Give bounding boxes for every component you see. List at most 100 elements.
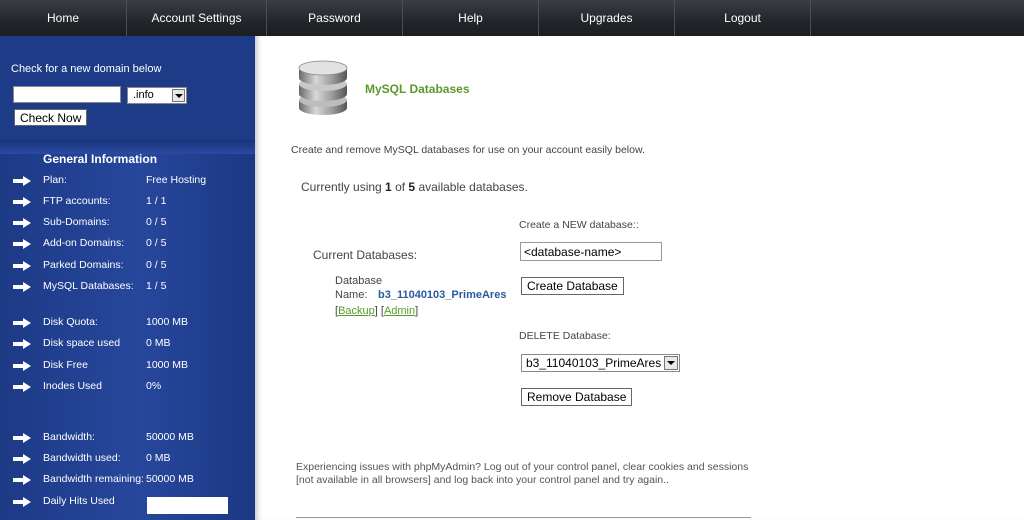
arrow-right-icon [13, 361, 31, 371]
usage-used-count: 1 [385, 180, 392, 194]
info-label: Parked Domains: [43, 259, 124, 271]
arrow-right-icon [13, 261, 31, 271]
current-database-name: b3_11040103_PrimeAres [378, 289, 507, 301]
info-row: Bandwidth: 50000 MB [0, 430, 255, 448]
backup-link[interactable]: Backup [338, 305, 375, 317]
sidebar: Check for a new domain below .info Check… [0, 36, 255, 520]
info-value: 1000 MB [146, 359, 189, 371]
nav-account-settings[interactable]: Account Settings [127, 0, 267, 36]
info-label: Plan: [43, 174, 67, 186]
info-row: Parked Domains: 0 / 5 [0, 258, 255, 276]
info-row: Add-on Domains: 0 / 5 [0, 236, 255, 254]
nav-logout-label: Logout [724, 11, 761, 25]
nav-home[interactable]: Home [0, 0, 127, 36]
nav-logout[interactable]: Logout [675, 0, 811, 36]
info-value: 0 MB [146, 452, 171, 464]
usage-prefix: Currently using [301, 180, 386, 194]
current-databases-label: Current Databases: [313, 248, 418, 262]
usage-suffix: available databases. [415, 180, 528, 194]
info-label: MySQL Databases: [43, 280, 134, 292]
database-links: [Backup] [Admin] [335, 305, 419, 317]
info-value: 50000 MB [146, 473, 194, 485]
info-label: Sub-Domains: [43, 216, 110, 228]
top-navigation: Home Account Settings Password Help Upgr… [0, 0, 1024, 36]
database-name-input[interactable] [520, 242, 662, 261]
info-row: Disk space used 0 MB [0, 336, 255, 354]
arrow-right-icon [13, 454, 31, 464]
arrow-right-icon [13, 318, 31, 328]
arrow-right-icon [13, 176, 31, 186]
domain-check-panel: Check for a new domain below .info Check… [0, 36, 255, 140]
nav-upgrades[interactable]: Upgrades [539, 0, 675, 36]
arrow-right-icon [13, 218, 31, 228]
general-info-title: General Information [43, 152, 158, 166]
intro-text: Create and remove MySQL databases for us… [291, 144, 645, 156]
info-row: Bandwidth remaining: 50000 MB [0, 472, 255, 490]
info-value: 0 MB [146, 337, 171, 349]
nav-password[interactable]: Password [267, 0, 403, 36]
create-database-button[interactable]: Create Database [521, 277, 624, 295]
info-row: Disk Free 1000 MB [0, 358, 255, 376]
arrow-right-icon [13, 339, 31, 349]
arrow-right-icon [13, 239, 31, 249]
info-label: Disk space used [43, 337, 121, 349]
divider [296, 517, 751, 518]
usage-text: Currently using 1 of 5 available databas… [301, 180, 528, 194]
info-value: 50000 MB [146, 431, 194, 443]
phpmyadmin-help-note: Experiencing issues with phpMyAdmin? Log… [296, 461, 749, 486]
info-label: Daily Hits Used [43, 495, 115, 507]
arrow-right-icon [13, 497, 31, 507]
domain-check-label: Check for a new domain below [11, 63, 162, 75]
delete-db-label: DELETE Database: [519, 330, 611, 342]
info-value: Free Hosting [146, 174, 207, 186]
nav-account-settings-label: Account Settings [151, 11, 242, 25]
info-value: 0 / 5 [146, 237, 167, 249]
info-value: 0 / 5 [146, 259, 167, 271]
chevron-down-icon[interactable] [664, 356, 678, 370]
arrow-right-icon [13, 382, 31, 392]
info-value: 1 / 1 [146, 195, 167, 207]
info-label: Bandwidth used: [43, 452, 121, 464]
info-row: Plan: Free Hosting [0, 173, 255, 191]
remove-database-button[interactable]: Remove Database [521, 388, 633, 406]
info-label: Inodes Used [43, 380, 102, 392]
info-row: Bandwidth used: 0 MB [0, 451, 255, 469]
info-label: Add-on Domains: [43, 237, 125, 249]
delete-selected-value: b3_11040103_PrimeAres [526, 356, 662, 370]
tld-select[interactable]: .info [127, 87, 187, 104]
arrow-right-icon [13, 197, 31, 207]
tld-selected-value: .info [133, 89, 154, 101]
info-value: 1 / 5 [146, 280, 167, 292]
admin-link[interactable]: Admin [384, 305, 415, 317]
info-value: 0 / 5 [146, 216, 167, 228]
database-icon [298, 60, 348, 115]
domain-input[interactable] [13, 86, 121, 103]
arrow-right-icon [13, 433, 31, 443]
database-name-label-line1: Database [335, 275, 383, 287]
nav-upgrades-label: Upgrades [580, 11, 633, 25]
info-row: Sub-Domains: 0 / 5 [0, 215, 255, 233]
info-value: 0% [146, 380, 162, 392]
database-name-label-line2: Name: [335, 289, 368, 301]
main-content: MySQL Databases Create and remove MySQL … [255, 36, 1024, 520]
nav-help-label: Help [458, 11, 483, 25]
info-label: Disk Free [43, 359, 88, 371]
page-title: MySQL Databases [365, 82, 470, 96]
arrow-right-icon [13, 282, 31, 292]
check-now-button[interactable]: Check Now [14, 109, 88, 126]
chevron-down-icon[interactable] [172, 89, 185, 102]
info-label: FTP accounts: [43, 195, 111, 207]
nav-password-label: Password [308, 11, 361, 25]
info-row: Inodes Used 0% [0, 379, 255, 397]
info-label: Bandwidth: [43, 431, 95, 443]
info-row: FTP accounts: 1 / 1 [0, 194, 255, 212]
nav-help[interactable]: Help [403, 0, 539, 36]
delete-database-select[interactable]: b3_11040103_PrimeAres [521, 354, 680, 372]
info-row: Disk Quota: 1000 MB [0, 315, 255, 333]
create-db-label: Create a NEW database:: [519, 219, 639, 231]
daily-hits-bar [147, 497, 228, 514]
database-name-label: Database Name: [335, 274, 382, 302]
info-value: 1000 MB [146, 316, 189, 328]
info-label: Bandwidth remaining: [43, 473, 144, 485]
arrow-right-icon [13, 475, 31, 485]
